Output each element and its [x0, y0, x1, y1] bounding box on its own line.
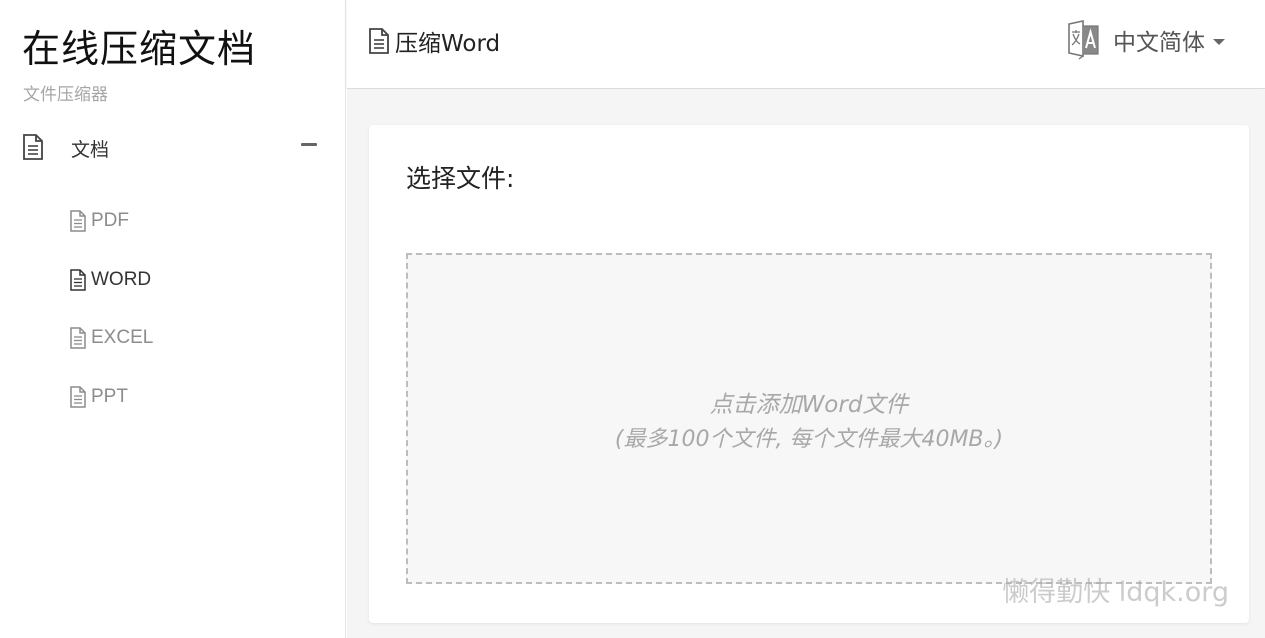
language-label: 中文简体 — [1113, 30, 1205, 56]
document-icon — [23, 134, 43, 160]
top-header: 压缩Word 中文简体 — [347, 0, 1265, 89]
app-subtitle: 文件压缩器 — [23, 85, 108, 105]
sidebar: 在线压缩文档 文件压缩器 文档 PDF WORD EXCEL PPT — [0, 0, 346, 638]
document-icon — [369, 28, 389, 54]
sidebar-item-excel[interactable]: EXCEL — [69, 323, 153, 353]
caret-down-icon — [1213, 39, 1225, 45]
translate-icon — [1068, 20, 1099, 60]
file-dropzone[interactable]: 点击添加Word文件 (最多100个文件, 每个文件最大40MB。) — [406, 253, 1212, 584]
app-title: 在线压缩文档 — [22, 27, 257, 71]
sidebar-group-label: 文档 — [71, 139, 110, 161]
sidebar-item-label: PPT — [91, 386, 128, 407]
sidebar-item-label: PDF — [91, 210, 129, 231]
language-selector[interactable]: 中文简体 — [1067, 20, 1225, 60]
sidebar-item-word[interactable]: WORD — [69, 265, 151, 295]
upload-card: 选择文件: 点击添加Word文件 (最多100个文件, 每个文件最大40MB。) — [369, 125, 1249, 623]
document-icon — [70, 386, 86, 408]
watermark: 懒得勤快 ldqk.org — [1002, 577, 1229, 608]
sidebar-group-documents[interactable]: 文档 — [0, 126, 346, 166]
page-title: 压缩Word — [368, 24, 500, 58]
dropzone-limits: (最多100个文件, 每个文件最大40MB。) — [614, 427, 1004, 452]
document-icon — [70, 327, 86, 349]
sidebar-item-label: EXCEL — [91, 327, 154, 348]
sidebar-item-pdf[interactable]: PDF — [69, 206, 129, 236]
document-icon — [70, 269, 86, 291]
sidebar-item-ppt[interactable]: PPT — [69, 382, 128, 412]
main-content: 选择文件: 点击添加Word文件 (最多100个文件, 每个文件最大40MB。) — [347, 90, 1265, 638]
minus-icon[interactable] — [301, 143, 317, 146]
sidebar-item-label: WORD — [91, 269, 152, 290]
document-icon — [70, 210, 86, 232]
page-title-text: 压缩Word — [395, 31, 501, 57]
dropzone-instruction: 点击添加Word文件 — [709, 392, 909, 418]
card-title: 选择文件: — [406, 164, 515, 193]
